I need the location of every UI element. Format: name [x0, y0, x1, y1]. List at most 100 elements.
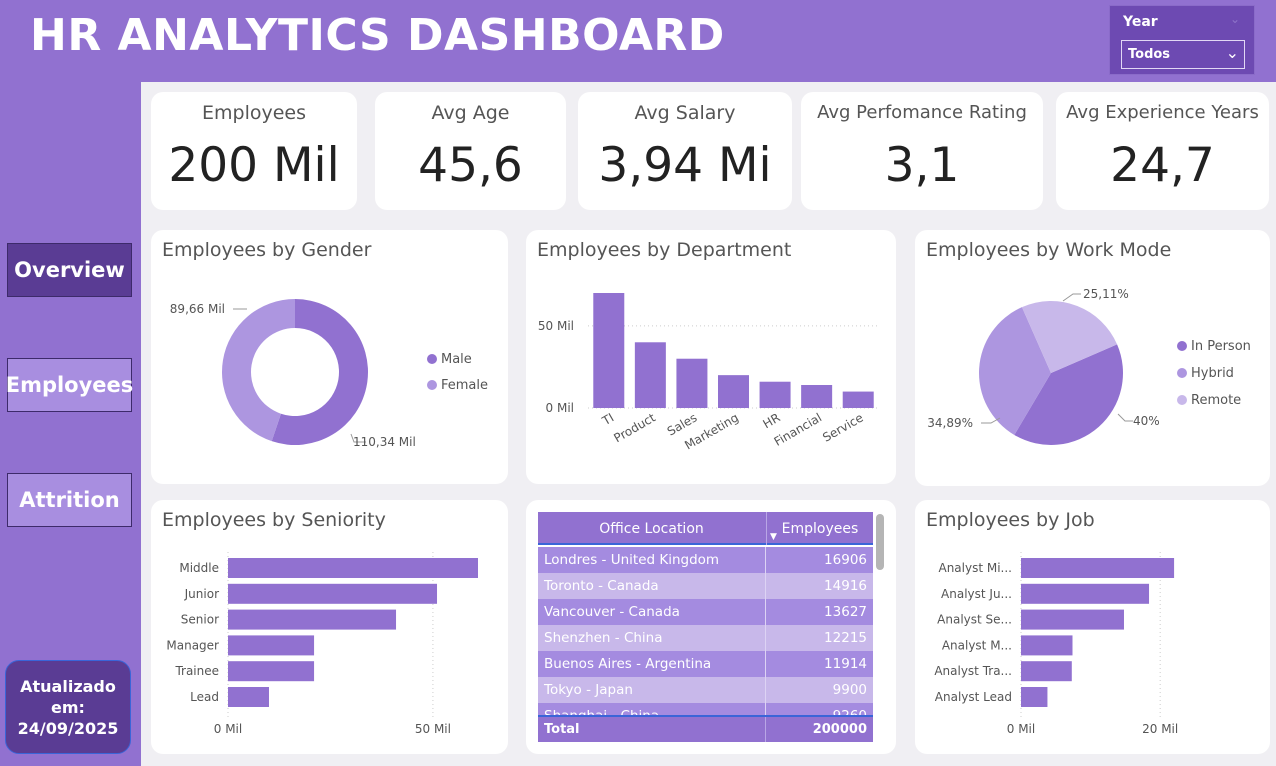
cell-location: Toronto - Canada [544, 578, 659, 594]
data-label: 34,89% [927, 416, 973, 430]
chevron-down-icon[interactable]: ⌄ [1226, 43, 1239, 62]
y-tick-label: Middle [179, 561, 219, 575]
kpi-card-avg-age: Avg Age 45,6 [375, 92, 566, 210]
table-scrollbar[interactable] [876, 514, 884, 570]
legend-marker [1177, 368, 1187, 378]
sort-descending-icon[interactable]: ▼ [770, 532, 777, 542]
data-label: 110,34 Mil [353, 435, 416, 449]
kpi-label: Avg Salary [634, 102, 736, 124]
x-tick-label: 50 Mil [415, 722, 451, 736]
bar-row [1021, 661, 1072, 682]
workmode-pie-chart: 40% 34,89% 25,11% In Person Hybrid Remote [927, 287, 1251, 445]
legend-label: Male [441, 352, 472, 367]
x-tick-label: Product [611, 410, 658, 445]
kpi-value: 24,7 [1110, 138, 1215, 193]
table-row[interactable]: Tokyo - Japan 9900 [538, 677, 873, 703]
total-value: 200000 [765, 717, 873, 742]
cell-location: Shanghai - China [538, 703, 765, 715]
updated-line-2: em: [51, 697, 85, 717]
cell-employees: 14916 [765, 573, 873, 599]
kpi-card-avg-experience: Avg Experience Years 24,7 [1056, 92, 1269, 210]
y-tick-label: Manager [166, 638, 219, 652]
cell-location: Vancouver - Canada [544, 604, 680, 620]
kpi-value: 200 Mil [168, 138, 340, 193]
x-tick-label: 20 Mil [1142, 722, 1178, 736]
cell-employees: 9900 [765, 677, 873, 703]
bar-financial [801, 385, 833, 408]
table-total-row: Total 200000 [538, 715, 873, 742]
legend-marker [427, 380, 437, 390]
table-row[interactable]: Shanghai - China9260 [538, 703, 873, 715]
x-tick-label: TI [599, 410, 616, 428]
y-tick-label: Analyst Mi... [938, 561, 1012, 575]
x-tick-label: Service [820, 410, 865, 444]
year-slicer[interactable]: Year ⌄ Todos ⌄ [1109, 5, 1255, 75]
kpi-label: Avg Experience Years [1066, 102, 1259, 123]
year-dropdown[interactable]: Todos ⌄ [1121, 40, 1245, 69]
workmode-chart-card: Employees by Work Mode 40% 34,89% 25,11% In… [915, 230, 1270, 486]
nav-attrition-button[interactable]: Attrition [7, 473, 132, 527]
bar-ti [593, 293, 625, 408]
bar-row [1021, 609, 1124, 630]
cell-location: Londres - United Kingdom [544, 552, 720, 568]
bar-row [1021, 687, 1048, 707]
bar-row [228, 661, 315, 682]
bar-row [228, 583, 438, 604]
table-row[interactable]: Toronto - Canada 14916 [538, 573, 873, 599]
bar-row [228, 609, 397, 630]
collapse-chevron-icon[interactable]: ⌄ [1230, 12, 1240, 26]
table-row[interactable]: Londres - United Kingdom 16906 [538, 547, 873, 573]
legend-label: Female [441, 378, 488, 393]
bar-row [228, 687, 269, 707]
column-header-employees[interactable]: Employees [766, 512, 873, 545]
updated-date: 24/09/2025 [17, 718, 119, 738]
column-header-location[interactable]: Office Location [538, 512, 765, 545]
job-chart-card: Employees by Job 0 Mil 20 Mil Analyst Mi..… [915, 500, 1270, 754]
data-label: 25,11% [1083, 287, 1129, 301]
legend-marker [1177, 341, 1187, 351]
legend-label: Hybrid [1191, 366, 1234, 381]
table-header: Office Location Employees ▼ [538, 512, 873, 545]
x-tick-label: 0 Mil [214, 722, 242, 736]
legend-marker [1177, 395, 1187, 405]
kpi-card-avg-salary: Avg Salary 3,94 Mi [578, 92, 792, 210]
leader-line [1117, 413, 1133, 422]
cell-employees: 11914 [765, 651, 873, 677]
kpi-label: Avg Age [431, 102, 510, 124]
cell-employees: 9260 [765, 703, 873, 715]
y-tick-label: Analyst Lead [935, 690, 1012, 704]
y-tick-label: 50 Mil [538, 319, 574, 333]
bar-service [842, 391, 874, 408]
last-updated-badge: Atualizado em: 24/09/2025 [5, 660, 131, 754]
table-row[interactable]: Vancouver - Canada 13627 [538, 599, 873, 625]
office-location-table-card: Office Location Employees ▼ Londres - Un… [526, 500, 896, 754]
kpi-card-employees: Employees 200 Mil [151, 92, 357, 210]
y-tick-label: 0 Mil [546, 401, 574, 415]
x-tick-label: HR [761, 410, 783, 431]
cell-employees: 13627 [765, 599, 873, 625]
y-tick-label: Analyst M... [942, 638, 1012, 652]
updated-line-1: Atualizado [20, 676, 116, 696]
table-row[interactable]: Shenzhen - China 12215 [538, 625, 873, 651]
x-tick-label: 0 Mil [1007, 722, 1035, 736]
bar-row [1021, 635, 1073, 656]
data-label: 89,66 Mil [170, 302, 225, 316]
sidebar: Overview Employees Attrition Atualizado … [0, 82, 141, 766]
cell-location: Tokyo - Japan [544, 682, 633, 698]
table-row[interactable]: Buenos Aires - Argentina 11914 [538, 651, 873, 677]
job-bar-chart: 0 Mil 20 Mil Analyst Mi... Analyst Ju... Ana… [934, 552, 1178, 736]
nav-employees-button[interactable]: Employees [6, 358, 133, 412]
nav-overview-button[interactable]: Overview [7, 243, 132, 297]
cell-employees: 12215 [765, 625, 873, 651]
kpi-value: 45,6 [418, 138, 523, 193]
office-location-table[interactable]: Office Location Employees ▼ Londres - Un… [538, 512, 873, 742]
seniority-bar-chart: 0 Mil 50 Mil Middle Junior Senior Manager Trai… [166, 552, 478, 736]
y-tick-label: Analyst Se... [937, 613, 1012, 627]
page-title: HR ANALYTICS DASHBOARD [30, 10, 725, 61]
bar-hr [759, 381, 791, 408]
bar-row [228, 558, 478, 578]
bar-product [634, 342, 666, 408]
total-label: Total [544, 722, 580, 737]
cell-location: Buenos Aires - Argentina [544, 656, 712, 672]
kpi-label: Avg Perfomance Rating [817, 102, 1027, 123]
